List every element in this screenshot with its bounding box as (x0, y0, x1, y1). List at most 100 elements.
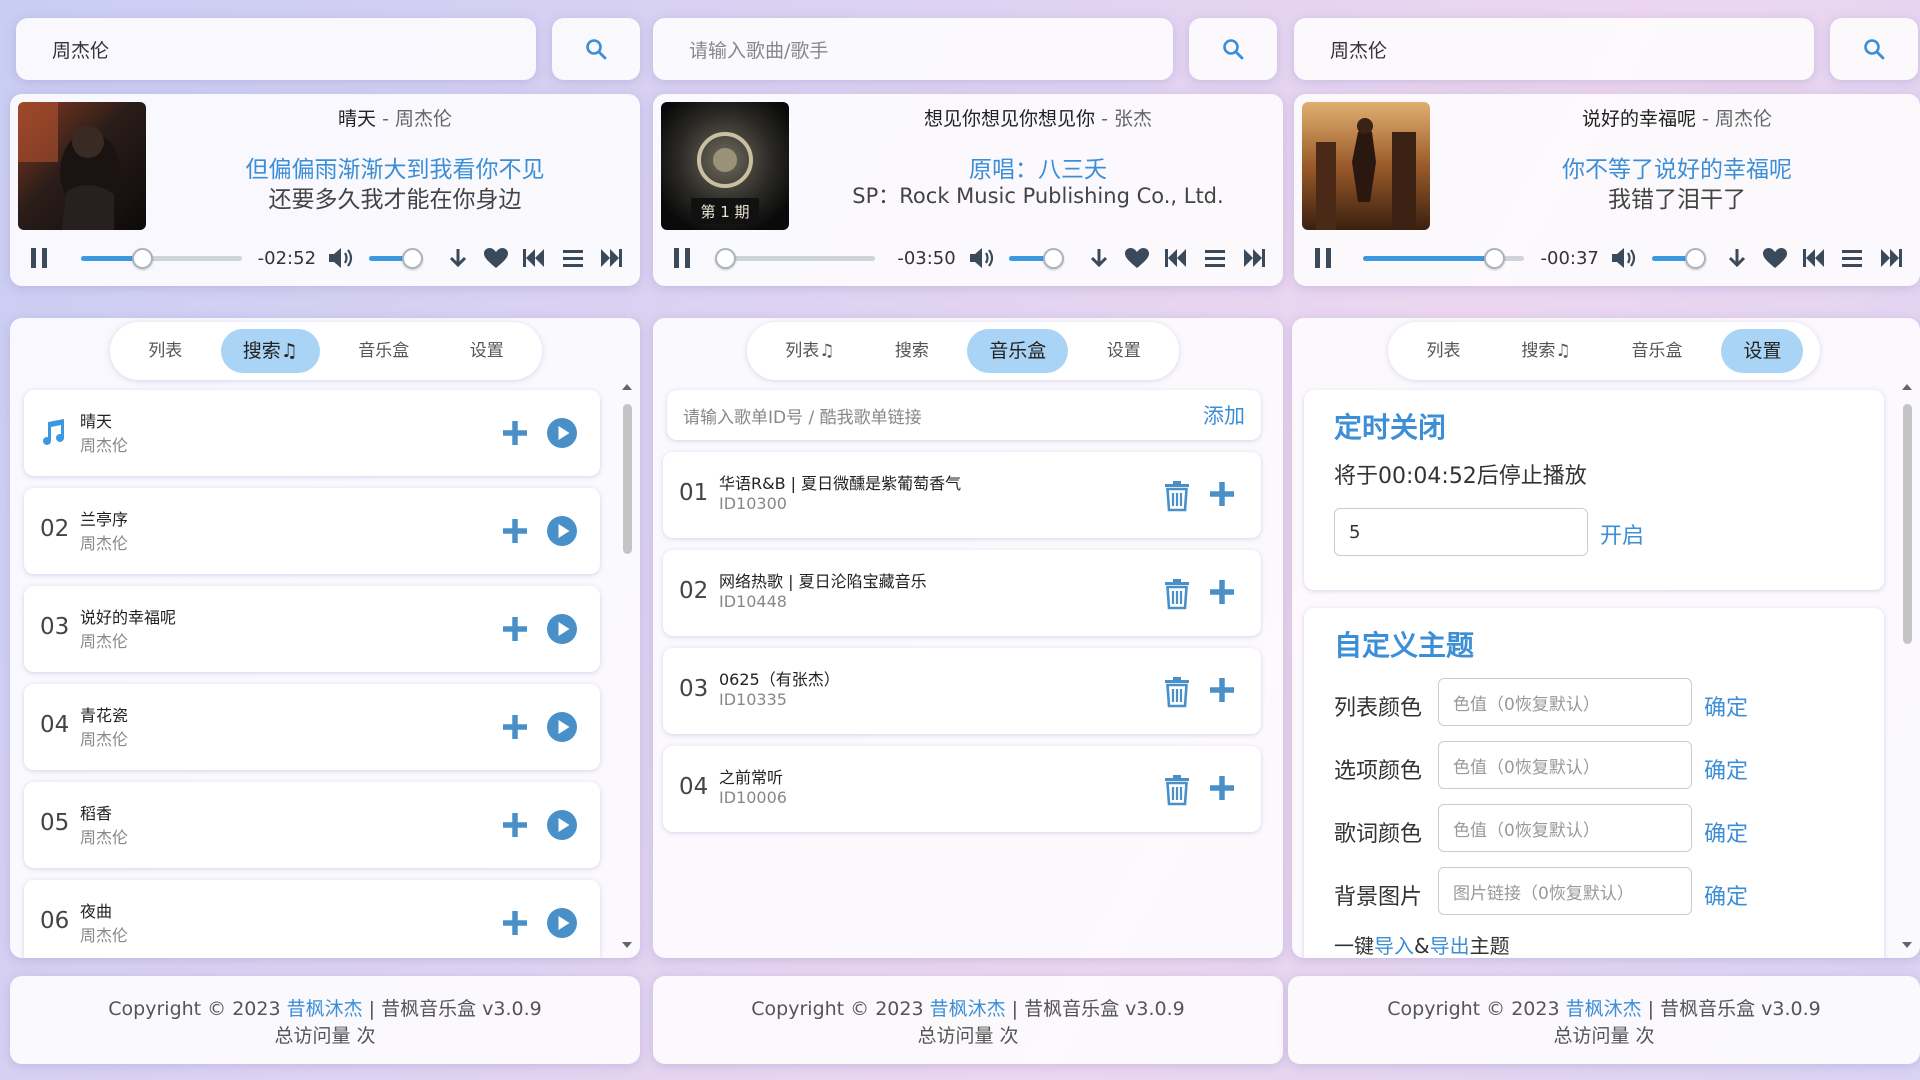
previous-icon[interactable] (1795, 248, 1833, 268)
confirm-button[interactable]: 确定 (1704, 879, 1748, 911)
previous-icon[interactable] (515, 248, 553, 268)
volume-slider[interactable] (368, 247, 423, 269)
list-color-input[interactable]: 色值（0恢复默认） (1438, 678, 1692, 726)
volume-knob[interactable] (1684, 247, 1706, 269)
play-circle-icon[interactable] (546, 515, 578, 547)
scrollbar[interactable] (1900, 382, 1914, 950)
progress-knob[interactable] (131, 247, 153, 269)
tab-settings[interactable]: 设置 (1721, 329, 1804, 373)
add-icon[interactable] (1207, 675, 1237, 705)
progress-knob[interactable] (714, 247, 736, 269)
play-circle-icon[interactable] (546, 711, 578, 743)
search-input[interactable]: 周杰伦 (16, 18, 536, 80)
background-image-input[interactable]: 图片链接（0恢复默认） (1438, 867, 1692, 915)
tab-search[interactable]: 搜索♫ (220, 329, 320, 373)
author-link[interactable]: 昔枫沐杰 (287, 998, 363, 1020)
list-item[interactable]: 02 兰亭序 周杰伦 (24, 488, 600, 574)
playlist-id-input[interactable]: 请输入歌单ID号 / 酷我歌单链接 添加 (667, 390, 1261, 440)
pause-icon[interactable] (667, 247, 698, 269)
add-icon[interactable] (500, 516, 530, 546)
trash-icon[interactable] (1163, 578, 1191, 610)
tab-settings[interactable]: 设置 (1085, 329, 1163, 373)
scrollbar-thumb[interactable] (1903, 404, 1912, 644)
play-circle-icon[interactable] (546, 809, 578, 841)
heart-icon[interactable] (1118, 247, 1157, 269)
download-icon[interactable] (1079, 247, 1118, 269)
album-cover[interactable] (1302, 102, 1430, 230)
volume-slider[interactable] (1651, 247, 1706, 269)
list-item[interactable]: 06 夜曲 周杰伦 (24, 880, 600, 958)
add-icon[interactable] (500, 614, 530, 644)
pause-icon[interactable] (24, 247, 55, 269)
author-link[interactable]: 昔枫沐杰 (930, 998, 1006, 1020)
confirm-button[interactable]: 确定 (1704, 753, 1748, 785)
lyric-color-input[interactable]: 色值（0恢复默认） (1438, 804, 1692, 852)
album-cover[interactable] (18, 102, 146, 230)
list-item[interactable]: 05 稻香 周杰伦 (24, 782, 600, 868)
previous-icon[interactable] (1157, 248, 1196, 268)
add-icon[interactable] (500, 810, 530, 840)
play-circle-icon[interactable] (546, 417, 578, 449)
list-item[interactable]: 01 华语R&B | 夏日微醺是紫葡萄香气 ID10300 (663, 452, 1261, 538)
scrollbar[interactable] (620, 382, 634, 950)
playlist-icon[interactable] (1196, 248, 1235, 268)
pause-icon[interactable] (1308, 247, 1339, 269)
volume-knob[interactable] (401, 247, 423, 269)
next-icon[interactable] (592, 248, 630, 268)
volume-icon[interactable] (1609, 246, 1640, 270)
progress-knob[interactable] (1483, 247, 1505, 269)
timer-start-button[interactable]: 开启 (1600, 518, 1644, 550)
option-color-input[interactable]: 色值（0恢复默认） (1438, 741, 1692, 789)
download-icon[interactable] (438, 247, 476, 269)
play-circle-icon[interactable] (546, 613, 578, 645)
progress-bar[interactable] (714, 247, 875, 269)
search-input[interactable]: 周杰伦 (1294, 18, 1814, 80)
list-item[interactable]: 晴天 周杰伦 (24, 390, 600, 476)
volume-knob[interactable] (1042, 247, 1064, 269)
list-item[interactable]: 04 青花瓷 周杰伦 (24, 684, 600, 770)
album-cover[interactable]: 第 1 期 (661, 102, 789, 230)
list-item[interactable]: 03 0625（有张杰） ID10335 (663, 648, 1261, 734)
volume-icon[interactable] (326, 246, 357, 270)
playlist-icon[interactable] (1833, 248, 1871, 268)
confirm-button[interactable]: 确定 (1704, 816, 1748, 848)
tab-settings[interactable]: 设置 (448, 329, 526, 373)
list-item[interactable]: 04 之前常听 ID10006 (663, 746, 1261, 832)
tab-list[interactable]: 列表 (1404, 329, 1482, 373)
tab-list[interactable]: 列表 (126, 329, 204, 373)
search-input[interactable]: 请输入歌曲/歌手 (653, 18, 1173, 80)
list-item[interactable]: 02 网络热歌 | 夏日沦陷宝藏音乐 ID10448 (663, 550, 1261, 636)
add-icon[interactable] (1207, 773, 1237, 803)
confirm-button[interactable]: 确定 (1704, 690, 1748, 722)
timer-minutes-input[interactable]: 5 (1334, 508, 1588, 556)
heart-icon[interactable] (477, 247, 515, 269)
add-playlist-button[interactable]: 添加 (1203, 400, 1245, 430)
tab-musicbox[interactable]: 音乐盒 (336, 329, 431, 373)
tab-musicbox[interactable]: 音乐盒 (967, 329, 1069, 373)
tab-search[interactable]: 搜索♫ (1499, 329, 1592, 373)
play-circle-icon[interactable] (546, 907, 578, 939)
trash-icon[interactable] (1163, 774, 1191, 806)
download-icon[interactable] (1718, 247, 1756, 269)
list-item[interactable]: 03 说好的幸福呢 周杰伦 (24, 586, 600, 672)
volume-icon[interactable] (966, 246, 997, 270)
tab-list[interactable]: 列表♫ (763, 329, 856, 373)
scrollbar-thumb[interactable] (623, 404, 632, 554)
add-icon[interactable] (1207, 577, 1237, 607)
next-icon[interactable] (1872, 248, 1910, 268)
tab-musicbox[interactable]: 音乐盒 (1610, 329, 1705, 373)
search-button[interactable] (1830, 18, 1918, 80)
import-theme-link[interactable]: 导入 (1374, 934, 1414, 958)
trash-icon[interactable] (1163, 676, 1191, 708)
heart-icon[interactable] (1756, 247, 1794, 269)
playlist-icon[interactable] (553, 248, 591, 268)
progress-bar[interactable] (1362, 247, 1525, 269)
export-theme-link[interactable]: 导出 (1430, 934, 1470, 958)
add-icon[interactable] (500, 908, 530, 938)
author-link[interactable]: 昔枫沐杰 (1566, 998, 1642, 1020)
progress-bar[interactable] (80, 247, 242, 269)
trash-icon[interactable] (1163, 480, 1191, 512)
tab-search[interactable]: 搜索 (873, 329, 951, 373)
add-icon[interactable] (1207, 479, 1237, 509)
search-button[interactable] (1189, 18, 1277, 80)
